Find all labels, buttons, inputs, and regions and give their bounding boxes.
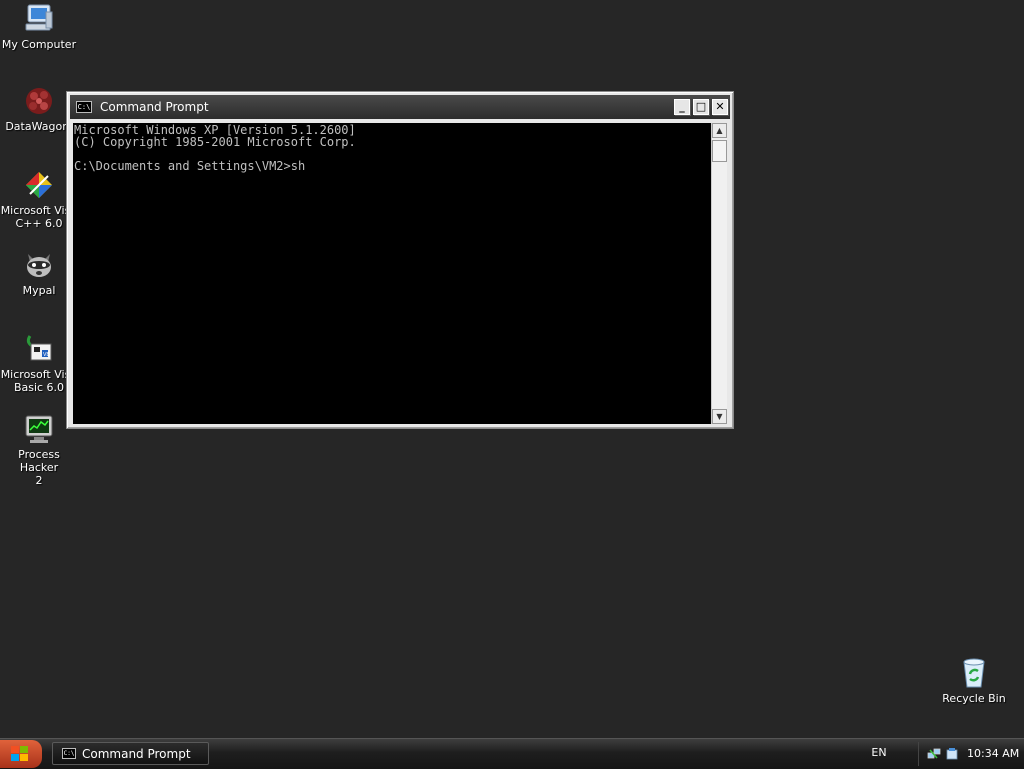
taskbar-button-label: Command Prompt xyxy=(82,747,191,761)
recycle-bin-icon xyxy=(957,656,991,690)
console-output-area[interactable]: Microsoft Windows XP [Version 5.1.2600] … xyxy=(73,123,711,424)
close-icon: ✕ xyxy=(715,100,725,113)
cmd-window-icon[interactable]: C:\ xyxy=(76,101,92,113)
scroll-up-arrow-icon[interactable]: ▲ xyxy=(712,123,727,138)
window-titlebar[interactable]: C:\ Command Prompt _ □ ✕ xyxy=(70,95,730,119)
visual-cpp-icon xyxy=(22,168,56,202)
visual-basic-icon: VB xyxy=(22,332,56,366)
start-button[interactable] xyxy=(0,740,42,768)
command-prompt-window[interactable]: C:\ Command Prompt _ □ ✕ Microsoft Windo… xyxy=(66,91,734,429)
desktop-icon-my-computer[interactable]: My Computer xyxy=(0,2,78,51)
clock[interactable]: 10:34 AM xyxy=(967,747,1019,760)
my-computer-icon xyxy=(22,2,56,36)
svg-text:VB: VB xyxy=(43,352,50,358)
close-button[interactable]: ✕ xyxy=(712,99,728,115)
minimize-button[interactable]: _ xyxy=(674,99,690,115)
vertical-scrollbar[interactable]: ▲ ▼ xyxy=(711,123,727,424)
mypal-raccoon-icon xyxy=(22,248,56,282)
desktop-icon-recycle-bin[interactable]: Recycle Bin xyxy=(935,656,1013,705)
process-hacker-icon xyxy=(22,412,56,446)
minimize-icon: _ xyxy=(679,100,685,113)
maximize-button[interactable]: □ xyxy=(693,99,709,115)
desktop-icon-label: Recycle Bin xyxy=(942,692,1006,705)
network-icon[interactable] xyxy=(927,747,941,761)
windows-flag-icon xyxy=(11,746,28,761)
taskbar: C:\ Command Prompt EN 10:34 AM xyxy=(0,738,1024,769)
messenger-icon[interactable] xyxy=(945,747,959,761)
datawagon-icon xyxy=(22,84,56,118)
scrollbar-thumb[interactable] xyxy=(712,140,727,162)
cmd-taskbar-icon: C:\ xyxy=(62,748,76,759)
desktop-icon-label: My Computer xyxy=(1,38,77,51)
console-text: Microsoft Windows XP [Version 5.1.2600] … xyxy=(74,123,356,173)
language-indicator[interactable]: EN xyxy=(868,745,890,760)
taskbar-button-command-prompt[interactable]: C:\ Command Prompt xyxy=(52,742,209,765)
system-tray: 10:34 AM xyxy=(918,742,1024,766)
scroll-down-arrow-icon[interactable]: ▼ xyxy=(712,409,727,424)
desktop-icon-label: Process Hacker 2 xyxy=(18,448,60,487)
maximize-icon: □ xyxy=(695,100,707,113)
window-title: Command Prompt xyxy=(100,100,209,114)
